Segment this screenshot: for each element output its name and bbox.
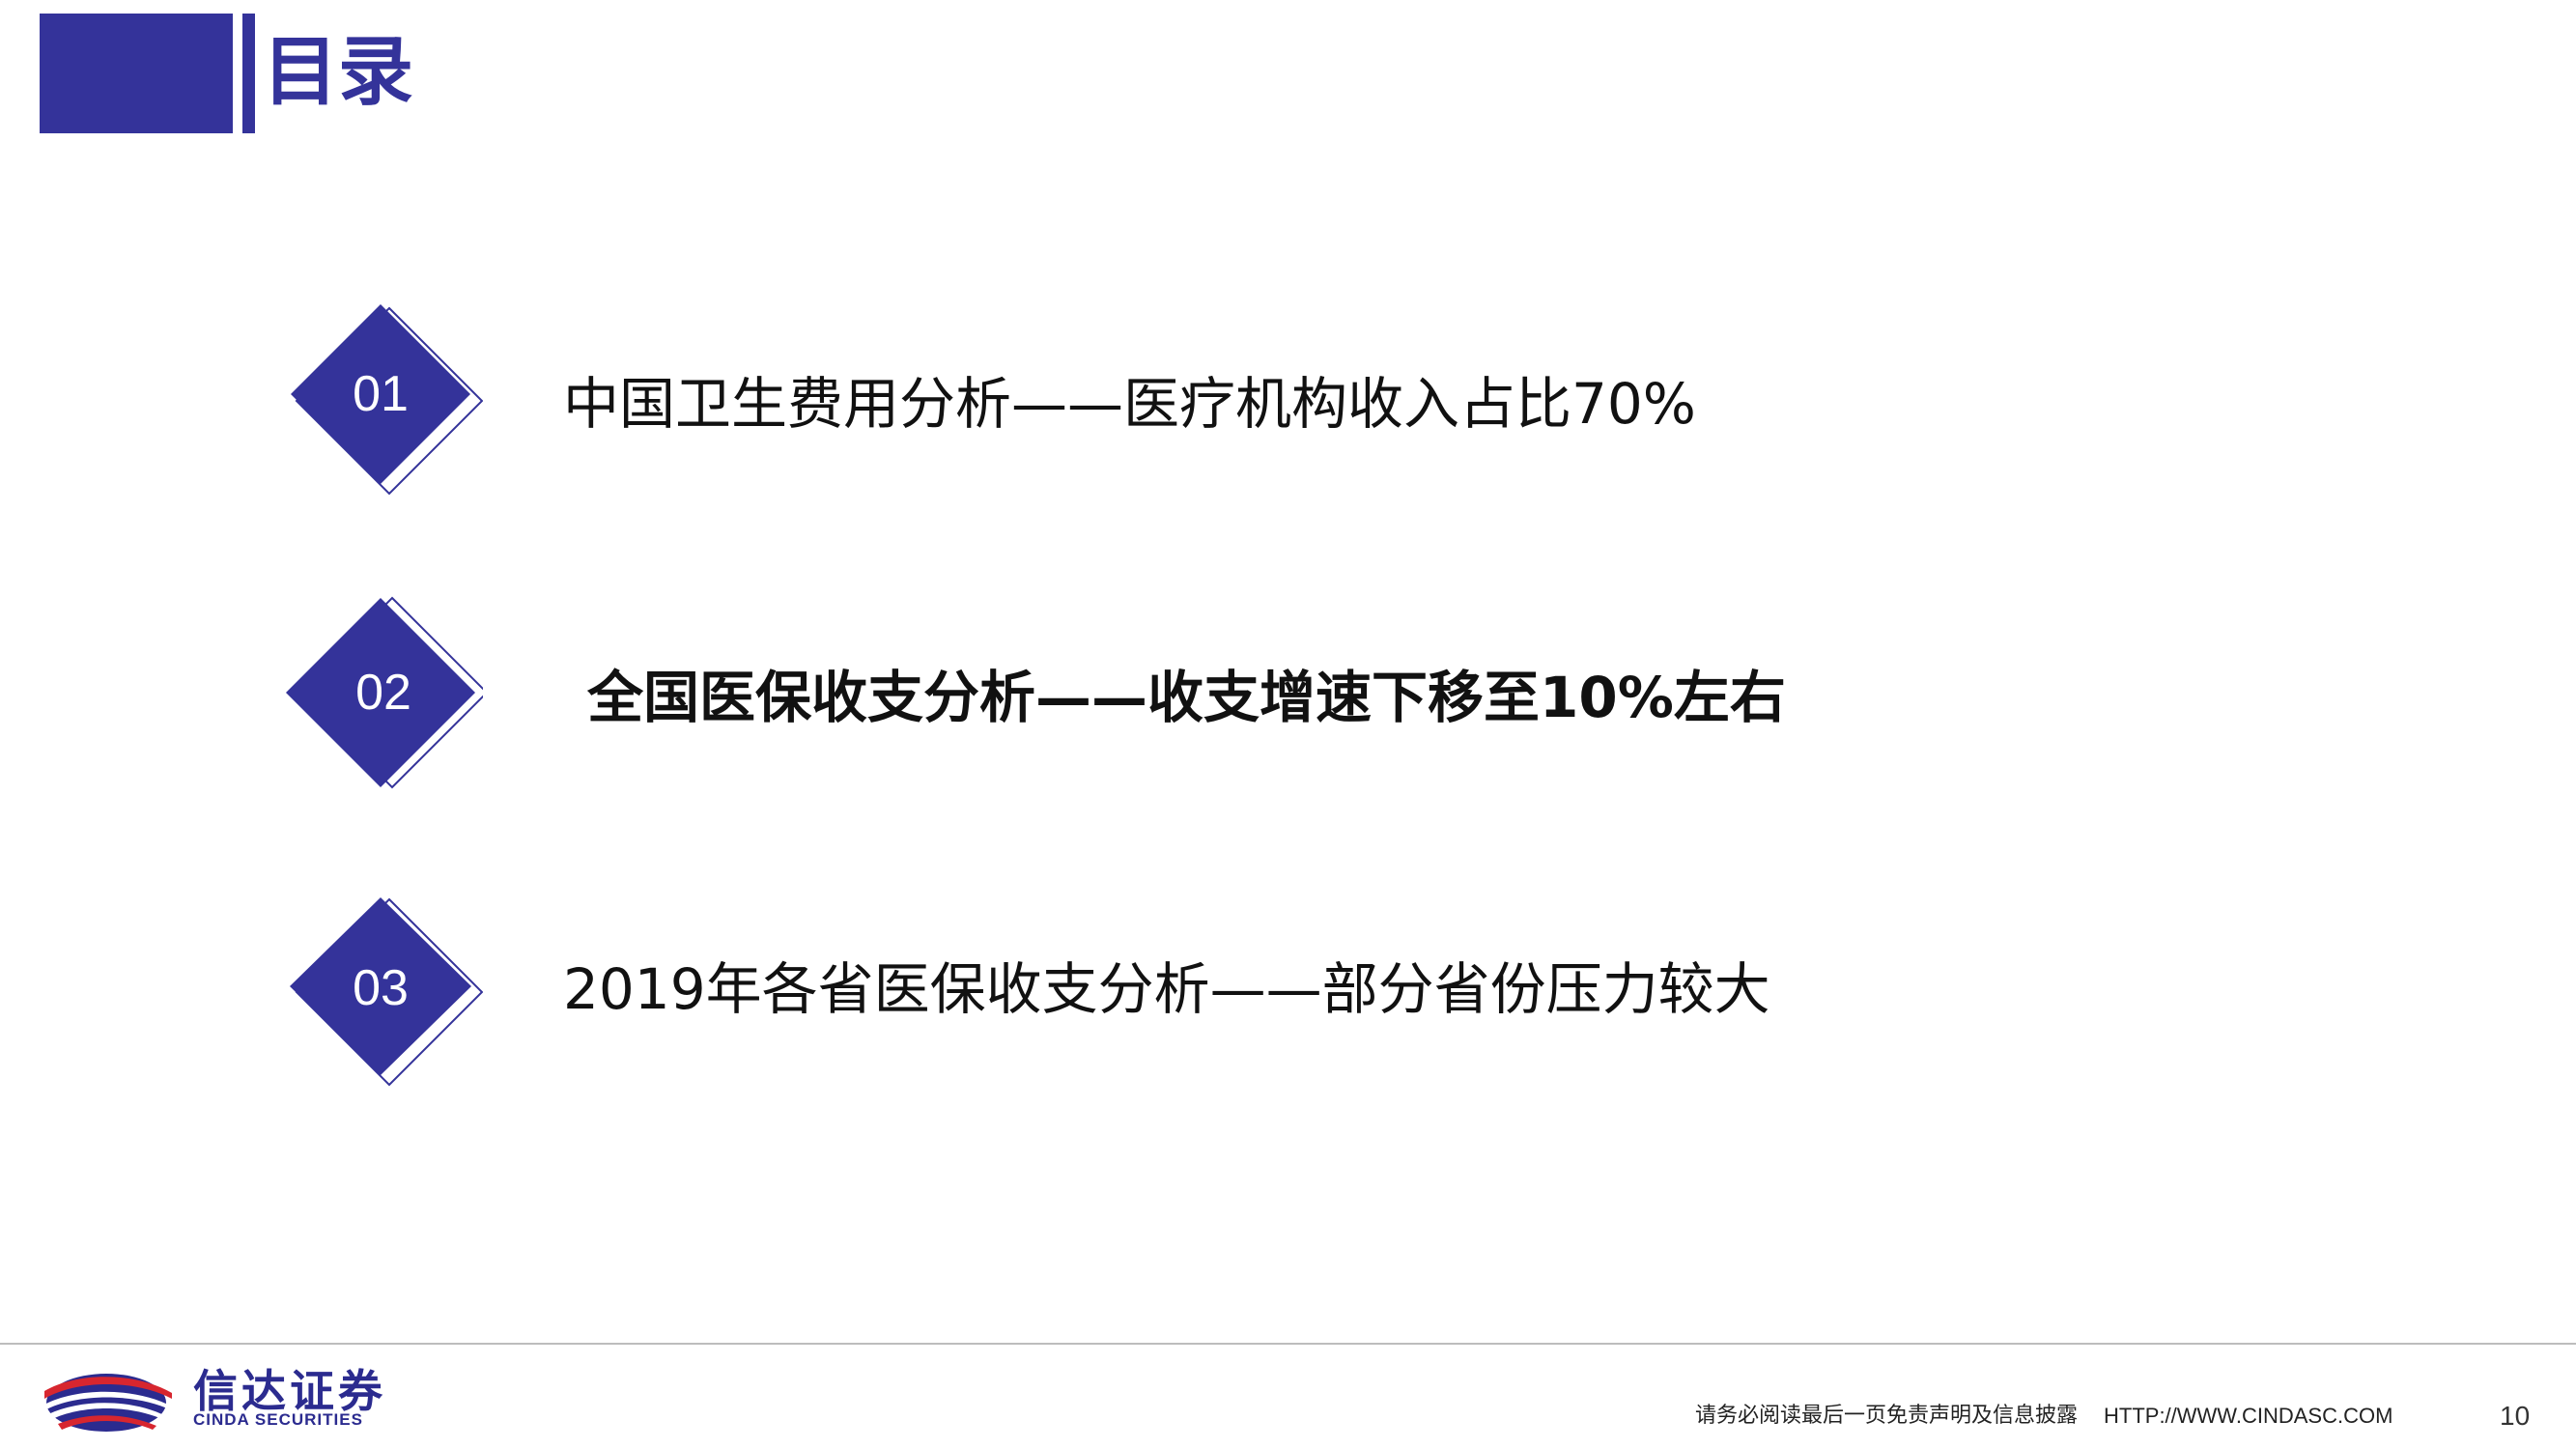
toc-item-3[interactable]: 03 2019年各省医保收支分析——部分省份压力较大 [0,894,2576,1096]
toc-item-text[interactable]: 中国卫生费用分析——医疗机构收入占比70% [563,370,1696,438]
toc-number-diamond: 01 [280,302,483,505]
toc-item-2[interactable]: 02 全国医保收支分析——收支增速下移至10%左右 [0,594,2576,797]
logo-text-cn: 信达证券 [193,1365,386,1417]
website-link[interactable]: HTTP://WWW.CINDASC.COM [2104,1403,2392,1430]
page-number: 10 [2500,1401,2531,1431]
toc-item-1[interactable]: 01 中国卫生费用分析——医疗机构收入占比70% [0,302,2576,505]
toc-number: 01 [353,366,409,422]
toc-item-text[interactable]: 全国医保收支分析——收支增速下移至10%左右 [587,664,1786,731]
header-accent-bar [242,14,255,133]
logo-text-en: CINDA SECURITIES [193,1410,363,1429]
page-title: 目录 [263,29,414,116]
toc-number: 02 [355,665,411,721]
toc-number-diamond: 03 [280,894,483,1096]
cinda-logo-icon [39,1362,174,1439]
header-block [40,14,233,133]
footer-divider [0,1343,2576,1345]
disclaimer-link[interactable]: 请务必阅读最后一页免责声明及信息披露 [1695,1403,2078,1430]
toc-item-text[interactable]: 2019年各省医保收支分析——部分省份压力较大 [563,955,1770,1023]
toc-number: 03 [353,960,409,1016]
toc-number-diamond: 02 [280,594,483,797]
